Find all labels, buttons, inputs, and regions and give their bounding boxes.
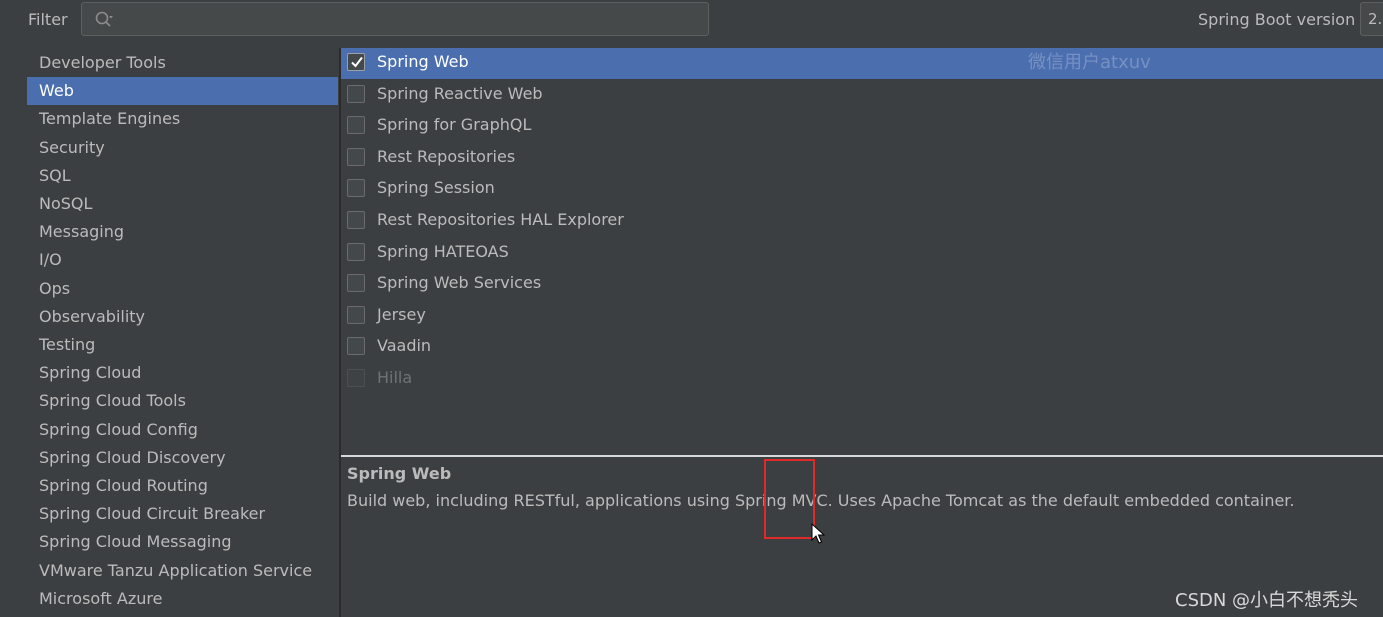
dependency-row[interactable]: Spring HATEOAS [341, 238, 1383, 269]
category-item[interactable]: SQL [27, 162, 338, 190]
spring-boot-version-label: Spring Boot version [1198, 10, 1356, 29]
dependency-label: Spring Reactive Web [377, 83, 543, 103]
dependency-row[interactable]: Jersey [341, 301, 1383, 332]
dependency-label: Spring Web [377, 52, 469, 71]
category-item[interactable]: Testing [27, 331, 338, 359]
dependency-label: Hilla [377, 368, 413, 387]
dependency-label: Spring for GraphQL [377, 115, 532, 135]
top-bar: Filter Spring Boot version 2.7 [0, 0, 1383, 44]
dependency-row[interactable]: Spring Reactive Web [341, 80, 1383, 111]
category-item[interactable]: Microsoft Azure [27, 585, 338, 613]
dependency-row: Hilla [341, 364, 1383, 395]
dependency-checkbox[interactable] [347, 179, 365, 198]
category-item[interactable]: Spring Cloud Circuit Breaker [27, 500, 338, 528]
category-item[interactable]: Security [27, 134, 338, 162]
dependency-row[interactable]: Spring Web [341, 48, 1383, 79]
dependency-label: Jersey [377, 304, 426, 324]
dependency-row[interactable]: Spring Web Services [341, 269, 1383, 300]
dependency-checkbox[interactable] [347, 147, 365, 166]
watermark-top: 微信用户atxuv [1028, 52, 1151, 73]
dependency-row[interactable]: Rest Repositories [341, 143, 1383, 174]
dependency-checkbox [347, 369, 365, 387]
category-item[interactable]: I/O [27, 246, 338, 274]
category-item[interactable]: Developer Tools [27, 49, 338, 77]
dependency-label: Rest Repositories HAL Explorer [377, 210, 624, 229]
search-icon[interactable] [94, 10, 114, 30]
category-item[interactable]: Spring Cloud Messaging [27, 528, 338, 556]
dependency-checkbox[interactable] [347, 53, 365, 71]
filter-input[interactable] [81, 2, 709, 36]
dependency-checkbox[interactable] [347, 305, 365, 324]
description-title: Spring Web [347, 464, 452, 483]
dependency-checkbox[interactable] [347, 84, 365, 103]
category-list: Developer Tools Web Template Engines Securi… [27, 48, 338, 617]
category-item[interactable]: Spring Cloud Discovery [27, 444, 338, 472]
dependency-checkbox[interactable] [347, 242, 365, 261]
filter-label: Filter [28, 10, 68, 29]
category-item[interactable]: VMware Tanzu Application Service [27, 557, 338, 585]
dependency-label: Spring Web Services [377, 273, 542, 293]
category-item[interactable]: Observability [27, 303, 338, 331]
dependency-label: Vaadin [377, 336, 432, 356]
dependency-checkbox[interactable] [347, 337, 365, 356]
category-item[interactable]: Template Engines [27, 105, 338, 133]
dependency-checkbox[interactable] [347, 274, 365, 293]
category-item[interactable]: Web [27, 77, 338, 106]
dependency-label: Spring HATEOAS [377, 241, 509, 261]
description-text: Build web, including RESTful, applicatio… [347, 491, 1295, 510]
category-item[interactable]: Messaging [27, 218, 338, 246]
dependency-label: Spring Session [377, 178, 495, 198]
category-item[interactable]: Spring Cloud Routing [27, 472, 338, 500]
checkmark-icon [351, 56, 363, 68]
watermark-bottom: CSDN @小白不想秃头 [1175, 590, 1359, 611]
dependency-checkbox[interactable] [347, 211, 365, 229]
category-item[interactable]: NoSQL [27, 190, 338, 218]
spring-boot-version-select[interactable]: 2.7 [1360, 2, 1383, 36]
dependency-label: Rest Repositories [377, 146, 516, 166]
dependency-row[interactable]: Vaadin [341, 332, 1383, 363]
category-item[interactable]: Spring Cloud Tools [27, 387, 338, 415]
dependency-list: Spring Web Spring Reactive Web Spring for … [341, 48, 1383, 455]
dependency-row[interactable]: Spring for GraphQL [341, 111, 1383, 142]
category-item[interactable]: Spring Cloud Config [27, 416, 338, 444]
mouse-cursor-icon [811, 523, 825, 544]
dependency-row[interactable]: Rest Repositories HAL Explorer [341, 206, 1383, 237]
dependency-row[interactable]: Spring Session [341, 174, 1383, 205]
category-item[interactable]: Ops [27, 275, 338, 303]
dependency-checkbox[interactable] [347, 116, 365, 135]
annotation-highlight-box [764, 459, 815, 539]
category-item[interactable]: Spring Cloud [27, 359, 338, 387]
